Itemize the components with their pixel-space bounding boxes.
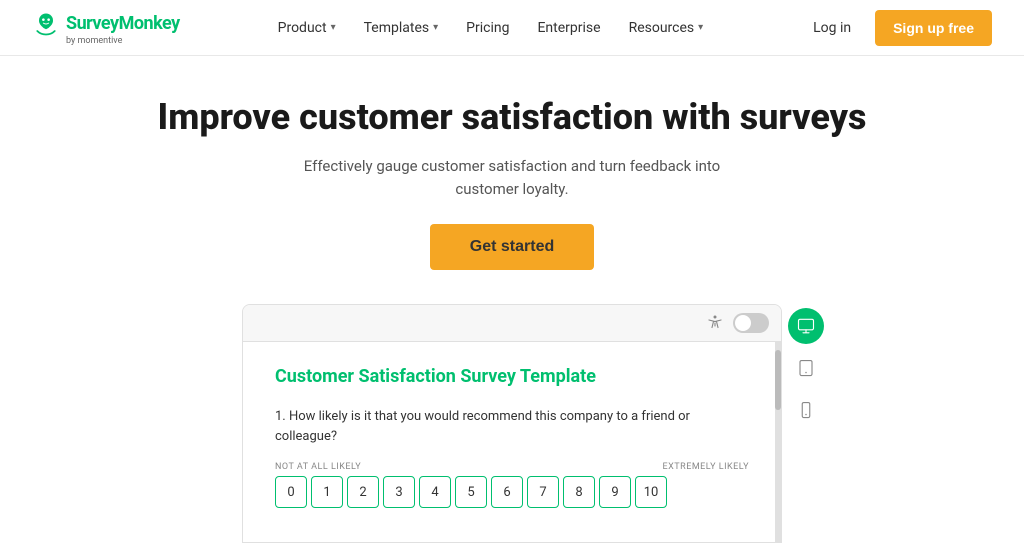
scale-high-label: EXTREMELY LIKELY [663, 462, 749, 472]
scale-number-9[interactable]: 9 [599, 476, 631, 508]
nav-item-resources[interactable]: Resources ▾ [619, 12, 714, 44]
preview-content: Customer Satisfaction Survey Template 1.… [243, 342, 781, 542]
nav-item-templates[interactable]: Templates ▾ [354, 12, 449, 44]
nav-item-enterprise[interactable]: Enterprise [527, 12, 610, 44]
survey-title: Customer Satisfaction Survey Template [275, 366, 749, 387]
scale-numbers: 012345678910 [275, 476, 749, 508]
nav-item-product[interactable]: Product ▾ [268, 12, 346, 44]
hero-title: Improve customer satisfaction with surve… [20, 96, 1004, 139]
logo[interactable]: SurveyMonkey by momentive [32, 10, 180, 46]
signup-button[interactable]: Sign up free [875, 10, 992, 46]
device-desktop-button[interactable] [788, 308, 824, 344]
chevron-down-icon: ▾ [331, 22, 336, 33]
header: SurveyMonkey by momentive Product ▾ Temp… [0, 0, 1024, 56]
scale-low-label: NOT AT ALL LIKELY [275, 462, 361, 472]
scale-number-2[interactable]: 2 [347, 476, 379, 508]
preview-wrapper: Customer Satisfaction Survey Template 1.… [0, 304, 1024, 543]
scale-number-7[interactable]: 7 [527, 476, 559, 508]
survey-preview: Customer Satisfaction Survey Template 1.… [242, 304, 782, 543]
chevron-down-icon: ▾ [698, 22, 703, 33]
logo-text: SurveyMonkey [66, 13, 180, 34]
device-tablet-button[interactable] [788, 350, 824, 386]
scale-number-5[interactable]: 5 [455, 476, 487, 508]
scale-number-6[interactable]: 6 [491, 476, 523, 508]
scale-number-3[interactable]: 3 [383, 476, 415, 508]
get-started-button[interactable]: Get started [430, 224, 594, 270]
survey-question: 1. How likely is it that you would recom… [275, 407, 749, 446]
device-mobile-button[interactable] [788, 392, 824, 428]
scale-number-10[interactable]: 10 [635, 476, 667, 508]
scale-number-4[interactable]: 4 [419, 476, 451, 508]
scale-number-0[interactable]: 0 [275, 476, 307, 508]
scale-container: NOT AT ALL LIKELY EXTREMELY LIKELY 01234… [275, 462, 749, 508]
device-sidebar [784, 304, 828, 432]
preview-scrollbar[interactable] [775, 342, 781, 542]
scale-number-1[interactable]: 1 [311, 476, 343, 508]
accessibility-icon [705, 313, 725, 333]
nav-item-pricing[interactable]: Pricing [456, 12, 519, 44]
login-button[interactable]: Log in [801, 12, 863, 44]
hero-subtitle: Effectively gauge customer satisfaction … [302, 155, 722, 200]
preview-toggle[interactable] [733, 313, 769, 333]
logo-sub: by momentive [66, 36, 122, 46]
header-actions: Log in Sign up free [801, 10, 992, 46]
hero-section: Improve customer satisfaction with surve… [0, 56, 1024, 294]
main-nav: Product ▾ Templates ▾ Pricing Enterprise… [268, 12, 714, 44]
chevron-down-icon: ▾ [433, 22, 438, 33]
scale-number-8[interactable]: 8 [563, 476, 595, 508]
scrollbar-thumb [775, 350, 781, 410]
scale-labels: NOT AT ALL LIKELY EXTREMELY LIKELY [275, 462, 749, 472]
preview-toolbar [243, 305, 781, 342]
